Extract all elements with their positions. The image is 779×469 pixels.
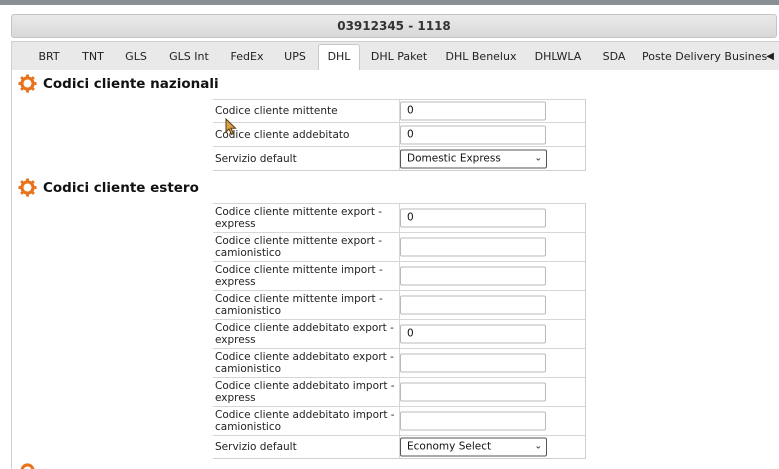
select-value: Economy Select bbox=[407, 440, 492, 453]
tab-gls[interactable]: GLS bbox=[117, 45, 155, 69]
tab-dhlwla[interactable]: DHLWLA bbox=[530, 45, 586, 69]
form-row: Codice cliente mittente import - express bbox=[213, 261, 585, 290]
field-label: Servizio default bbox=[215, 441, 297, 453]
field-label: Codice cliente mittente import - express bbox=[215, 264, 383, 288]
foreign-codes-form: Codice cliente mittente export - express… bbox=[213, 203, 586, 459]
field-label: Codice cliente addebitato import - expre… bbox=[215, 380, 395, 404]
mouse-cursor-icon bbox=[225, 118, 237, 136]
gear-icon bbox=[18, 178, 37, 197]
tab-tnt[interactable]: TNT bbox=[73, 45, 113, 69]
servizio-default-select[interactable]: Domestic Express ⌄ bbox=[400, 149, 547, 168]
form-row: Codice cliente addebitato export - camio… bbox=[213, 348, 585, 377]
servizio-default-estero-select[interactable]: Economy Select ⌄ bbox=[400, 437, 547, 457]
section-title: Codici cliente nazionali bbox=[43, 76, 219, 92]
tab-sda[interactable]: SDA bbox=[594, 45, 634, 69]
tab-dhl-benelux[interactable]: DHL Benelux bbox=[440, 45, 522, 69]
codice-cliente-addebitato-input[interactable]: 0 bbox=[400, 125, 546, 144]
codice-cliente-mittente-input[interactable]: 0 bbox=[400, 101, 546, 121]
form-row: Codice cliente mittente export - camioni… bbox=[213, 232, 585, 261]
tab-dhl-paket[interactable]: DHL Paket bbox=[364, 45, 434, 69]
addebitato-import-camionistico-input[interactable] bbox=[400, 411, 546, 431]
national-codes-form: Codice cliente mittente 0 Codice cliente… bbox=[213, 99, 586, 171]
form-row: Codice cliente addebitato import - camio… bbox=[213, 406, 585, 435]
tab-poste-delivery-business[interactable]: Poste Delivery Busines bbox=[642, 45, 767, 69]
field-label: Codice cliente addebitato import - camio… bbox=[215, 409, 395, 433]
gear-icon bbox=[18, 74, 37, 93]
tab-gls-int[interactable]: GLS Int bbox=[160, 45, 218, 69]
form-row: Codice cliente addebitato import - expre… bbox=[213, 377, 585, 406]
section-foreign-header: Codici cliente estero bbox=[18, 178, 218, 200]
mittente-export-express-input[interactable]: 0 bbox=[400, 208, 546, 228]
window-top-strip bbox=[0, 0, 779, 5]
mittente-import-camionistico-input[interactable] bbox=[400, 295, 546, 315]
carrier-tab-bar: BRT TNT GLS GLS Int FedEx UPS DHL DHL Pa… bbox=[11, 41, 779, 70]
chevron-down-icon: ⌄ bbox=[534, 153, 542, 163]
tab-fedex[interactable]: FedEx bbox=[223, 45, 271, 69]
field-label: Codice cliente mittente import - camioni… bbox=[215, 293, 383, 317]
addebitato-import-express-input[interactable] bbox=[400, 382, 546, 402]
section-national-header: Codici cliente nazionali bbox=[18, 74, 219, 96]
form-row: Codice cliente mittente export - express… bbox=[213, 203, 585, 232]
form-row: Codice cliente mittente import - camioni… bbox=[213, 290, 585, 319]
field-label: Codice cliente addebitato bbox=[215, 128, 350, 141]
form-row: Servizio default Economy Select ⌄ bbox=[213, 435, 585, 458]
mittente-import-express-input[interactable] bbox=[400, 266, 546, 286]
section-title: Codici cliente estero bbox=[43, 180, 199, 196]
gear-icon bbox=[20, 463, 35, 469]
field-label: Servizio default bbox=[215, 152, 297, 165]
caret-left-icon[interactable]: ◀ bbox=[766, 46, 774, 68]
chevron-down-icon: ⌄ bbox=[534, 441, 542, 452]
addebitato-export-express-input[interactable]: 0 bbox=[400, 324, 546, 344]
field-label: Codice cliente mittente bbox=[215, 105, 338, 117]
section-next-header-partial bbox=[18, 461, 58, 469]
field-label: Codice cliente addebitato export - camio… bbox=[215, 351, 394, 375]
form-row: Servizio default Domestic Express ⌄ bbox=[213, 146, 585, 170]
addebitato-export-camionistico-input[interactable] bbox=[400, 353, 546, 373]
field-label: Codice cliente mittente export - camioni… bbox=[215, 235, 383, 259]
mittente-export-camionistico-input[interactable] bbox=[400, 237, 546, 257]
select-value: Domestic Express bbox=[407, 152, 501, 164]
form-row: Codice cliente mittente 0 bbox=[213, 99, 585, 122]
tab-ups[interactable]: UPS bbox=[275, 45, 315, 69]
form-row: Codice cliente addebitato 0 bbox=[213, 122, 585, 146]
field-label: Codice cliente addebitato export - expre… bbox=[215, 322, 394, 346]
tab-dhl[interactable]: DHL bbox=[318, 44, 360, 70]
page-title: 03912345 - 1118 bbox=[11, 14, 777, 38]
tab-brt[interactable]: BRT bbox=[30, 45, 68, 69]
form-row: Codice cliente addebitato export - expre… bbox=[213, 319, 585, 348]
field-label: Codice cliente mittente export - express bbox=[215, 206, 383, 230]
